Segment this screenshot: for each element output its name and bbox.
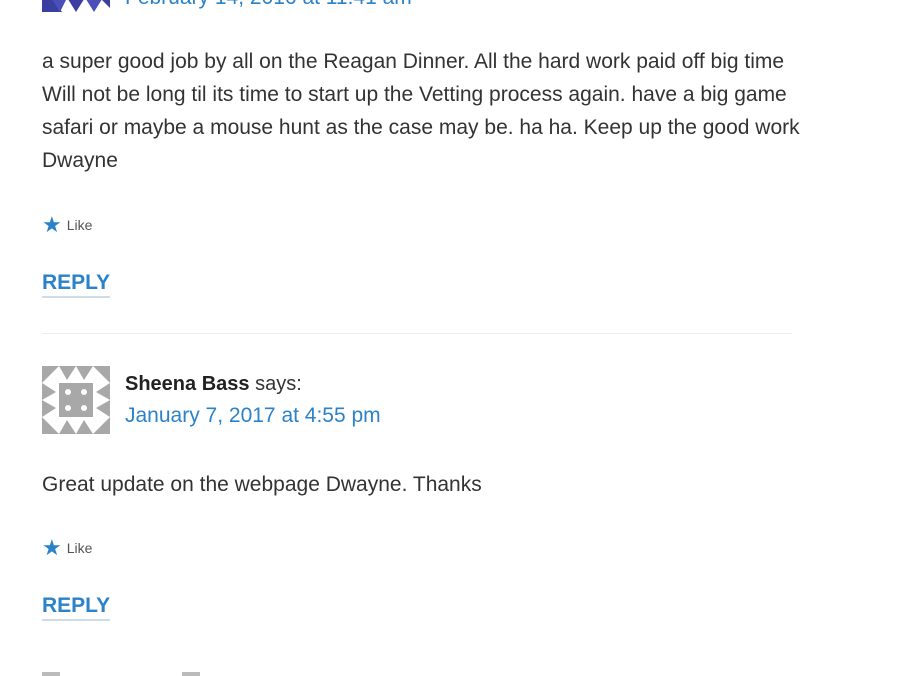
star-icon: ★ [42,535,62,560]
author-line: Sheena Bass says: [125,370,381,398]
star-icon: ★ [42,212,62,237]
like-label: Like [66,217,93,233]
reply-button[interactable]: REPLY [42,593,111,621]
like-label: Like [66,540,93,556]
reply-button[interactable]: REPLY [42,270,111,298]
comment-2: Sheena Bass says: January 7, 2017 at 4:5… [42,366,792,636]
avatar [42,672,200,676]
comment-body: Great update on the webpage Dwayne. Than… [42,473,482,496]
comment-date-link[interactable]: February 14, 2016 at 11:41 am [125,0,412,12]
comment-date-link[interactable]: January 7, 2017 at 4:55 pm [125,402,381,430]
comments-page: February 14, 2016 at 11:41 am a super go… [0,0,900,676]
author-name[interactable]: Sheena Bass [125,373,250,395]
avatar [42,0,110,12]
comment-meta: Sheena Bass says: January 7, 2017 at 4:5… [125,370,381,430]
like-button[interactable]: ★ Like [42,537,92,559]
comment-body: a super good job by all on the Reagan Di… [42,50,800,172]
says-label: says: [255,373,302,395]
comment-1: February 14, 2016 at 11:41 am a super go… [42,0,800,300]
avatar [42,366,110,434]
comment-divider [42,333,792,334]
like-button[interactable]: ★ Like [42,214,92,236]
